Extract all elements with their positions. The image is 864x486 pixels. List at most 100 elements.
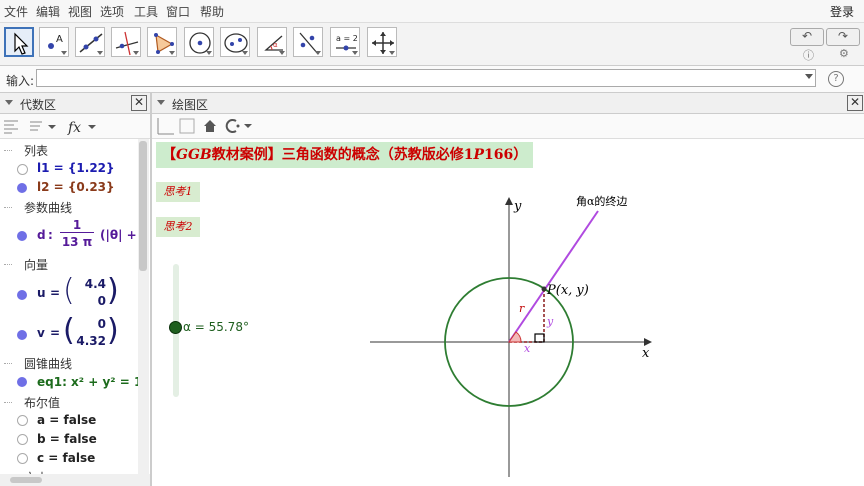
vector-bottom: 4.32 xyxy=(76,334,106,348)
visibility-toggle[interactable] xyxy=(17,330,27,340)
list-item[interactable]: c = false xyxy=(0,449,140,468)
point-p[interactable] xyxy=(541,286,547,292)
axes-toggle-icon[interactable] xyxy=(157,118,174,135)
graphics-view[interactable]: 【GGB教材案例】三角函数的概念（苏教版必修1P166） 思考1 思考2 α =… xyxy=(152,139,864,486)
slider-tool-button[interactable]: a = 2 xyxy=(330,27,360,57)
algebra-title: 代数区 xyxy=(20,98,57,112)
list-item[interactable]: u = ( 4.4 0 ) xyxy=(0,273,140,315)
list-item[interactable]: l1 = {1.22} xyxy=(0,159,140,178)
grid-toggle-icon[interactable] xyxy=(179,118,195,134)
scroll-thumb[interactable] xyxy=(139,141,147,271)
menu-file[interactable]: 文件 xyxy=(4,3,28,20)
menu-window[interactable]: 窗口 xyxy=(166,3,190,20)
svg-text:fx: fx xyxy=(67,120,81,136)
move-tool-button[interactable] xyxy=(4,27,34,57)
point-capture-icon[interactable] xyxy=(225,119,252,133)
tool-bar: A α a = 2 ↶ ↷ ⓘ ⚙ xyxy=(0,23,864,66)
algebra-panel-header: 代数区 ✕ xyxy=(0,93,150,114)
category-curves[interactable]: 参数曲线 xyxy=(0,197,140,216)
category-texts[interactable]: 文本 xyxy=(0,467,140,474)
terminal-side-label: 角α的终边 xyxy=(576,194,627,208)
polygon-tool-button[interactable] xyxy=(147,27,177,57)
y-axis-arrow-icon xyxy=(505,197,513,205)
algebra-view: 列表 l1 = {1.22} l2 = {0.23} 参数曲线 d : 1 13… xyxy=(0,139,150,474)
graphics-title: 绘图区 xyxy=(172,98,209,112)
object-value: c = false xyxy=(37,451,96,465)
visibility-toggle[interactable] xyxy=(17,164,28,175)
menu-options[interactable]: 选项 xyxy=(100,3,124,20)
angle-tool-button[interactable]: α xyxy=(257,27,287,57)
login-link[interactable]: 登录 xyxy=(830,3,854,20)
right-angle-marker xyxy=(534,333,545,343)
algebra-toolbar-icons: fx xyxy=(4,120,96,136)
visibility-toggle[interactable] xyxy=(17,231,27,241)
fraction-denominator: 13 π xyxy=(61,235,93,249)
fx-icon[interactable]: fx xyxy=(67,120,96,136)
help-icon[interactable]: ⓘ xyxy=(803,47,814,63)
gear-icon[interactable]: ⚙ xyxy=(839,47,849,60)
visibility-toggle[interactable] xyxy=(17,377,27,387)
object-value: l1 = {1.22} xyxy=(37,161,115,175)
object-value: eq1: x² + y² = 1 xyxy=(37,375,143,389)
move-view-tool-button[interactable] xyxy=(367,27,397,57)
perpendicular-tool-button[interactable] xyxy=(111,27,141,57)
menu-view[interactable]: 视图 xyxy=(68,3,92,20)
ellipse-tool-button[interactable] xyxy=(220,27,250,57)
point-p-label: P(x, y) xyxy=(546,283,589,298)
r-label: r xyxy=(519,302,525,315)
category-conics[interactable]: 圆锥曲线 xyxy=(0,353,140,372)
object-name: d xyxy=(37,228,46,242)
graphics-panel-header: 绘图区 ✕ xyxy=(152,93,864,114)
algebra-horizontal-scrollbar[interactable] xyxy=(0,474,150,486)
object-value: a = false xyxy=(37,413,97,427)
home-icon[interactable] xyxy=(204,120,216,132)
algebra-scrollbar[interactable] xyxy=(138,139,149,474)
terminal-side-ray[interactable] xyxy=(508,210,599,343)
object-name: u xyxy=(37,286,46,300)
category-lists[interactable]: 列表 xyxy=(0,140,140,159)
list-item[interactable]: v = ( 0 4.32 ) xyxy=(0,313,140,355)
circle-tool-button[interactable] xyxy=(184,27,214,57)
list-item[interactable]: d : 1 13 π (|θ| + xyxy=(0,218,140,252)
category-vectors[interactable]: 向量 xyxy=(0,254,140,273)
scroll-thumb[interactable] xyxy=(10,477,42,483)
line-tool-button[interactable] xyxy=(75,27,105,57)
input-help-button[interactable]: ? xyxy=(828,71,844,87)
visibility-toggle[interactable] xyxy=(17,415,28,426)
vector-top: 0 xyxy=(97,317,106,331)
graphics-toolbar-icons xyxy=(157,118,252,135)
visibility-toggle[interactable] xyxy=(17,290,27,300)
list-item[interactable]: l2 = {0.23} xyxy=(0,178,140,197)
sort-lines-icon[interactable] xyxy=(4,120,18,134)
sort-order-icon[interactable] xyxy=(30,121,56,131)
collapse-icon[interactable] xyxy=(157,100,165,105)
graphics-toolbar xyxy=(152,114,864,139)
visibility-toggle[interactable] xyxy=(17,453,28,464)
list-item[interactable]: a = false xyxy=(0,411,140,430)
input-field[interactable] xyxy=(36,69,816,87)
close-icon[interactable]: ✕ xyxy=(131,95,147,111)
point-tool-button[interactable]: A xyxy=(39,27,69,57)
collapse-icon[interactable] xyxy=(5,100,13,105)
redo-button[interactable]: ↷ xyxy=(826,28,860,46)
object-name: v xyxy=(37,326,45,340)
list-item[interactable]: eq1: x² + y² = 1 xyxy=(0,373,143,392)
chevron-down-icon[interactable] xyxy=(805,74,813,79)
angle-alpha-marker xyxy=(508,331,522,343)
input-bar: 输入: ? xyxy=(0,66,864,93)
x-axis-arrow-icon xyxy=(644,338,652,346)
category-label: 列表 xyxy=(24,144,49,158)
list-item[interactable]: b = false xyxy=(0,430,140,449)
close-icon[interactable]: ✕ xyxy=(847,95,863,111)
reflect-tool-button[interactable] xyxy=(293,27,323,57)
menu-edit[interactable]: 编辑 xyxy=(36,3,60,20)
svg-text:α: α xyxy=(273,41,278,49)
category-label: 向量 xyxy=(24,258,49,272)
category-booleans[interactable]: 布尔值 xyxy=(0,392,140,411)
visibility-toggle[interactable] xyxy=(17,183,27,193)
menu-help[interactable]: 帮助 xyxy=(200,3,224,20)
undo-button[interactable]: ↶ xyxy=(790,28,824,46)
menu-tools[interactable]: 工具 xyxy=(134,3,158,20)
y-label: y xyxy=(546,315,554,328)
visibility-toggle[interactable] xyxy=(17,434,28,445)
